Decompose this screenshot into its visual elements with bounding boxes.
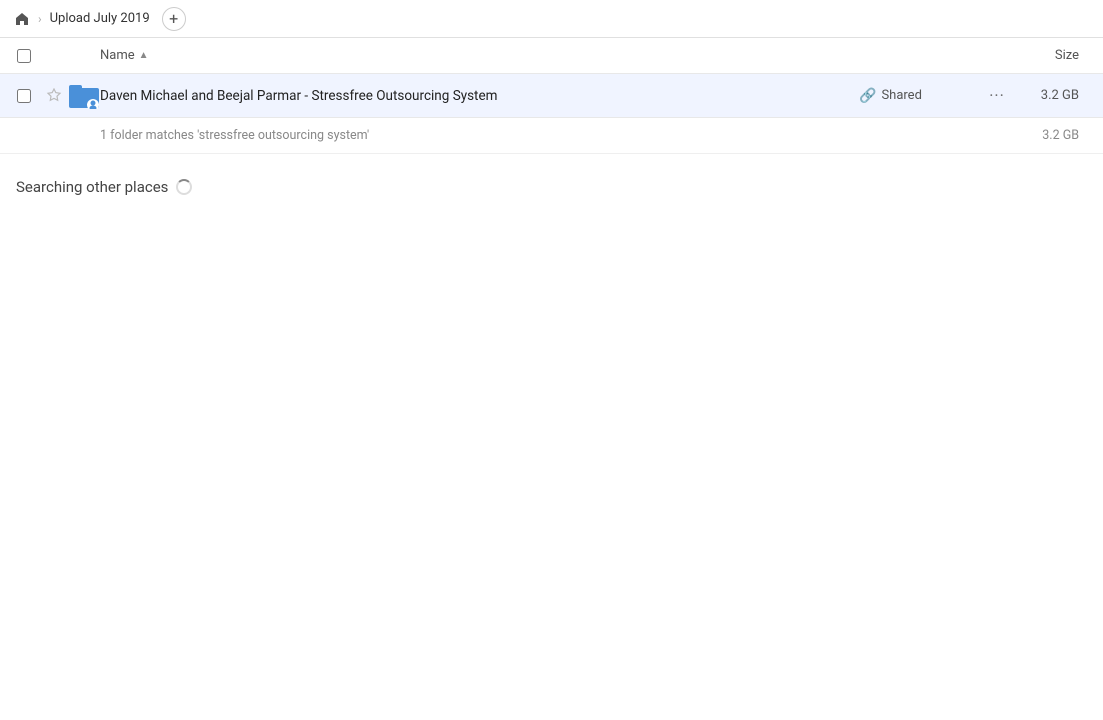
star-button[interactable]: [40, 88, 68, 104]
shared-badge: 🔗 Shared: [859, 88, 979, 104]
searching-label: Searching other places: [16, 178, 1087, 196]
file-size: 3.2 GB: [1015, 88, 1095, 103]
row-checkbox[interactable]: [17, 89, 31, 103]
checkbox-input[interactable]: [17, 49, 31, 63]
file-row[interactable]: Daven Michael and Beejal Parmar - Stress…: [0, 74, 1103, 118]
home-button[interactable]: [8, 5, 36, 33]
folder-icon: [69, 83, 99, 109]
size-column-header[interactable]: Size: [1015, 48, 1095, 63]
shared-label: Shared: [881, 88, 921, 103]
name-column-header[interactable]: Name ▲: [100, 48, 859, 63]
searching-text: Searching other places: [16, 178, 168, 196]
more-options-button[interactable]: ···: [979, 86, 1015, 105]
breadcrumb-separator: ›: [38, 12, 42, 26]
link-icon: 🔗: [859, 88, 876, 104]
name-column-label: Name: [100, 48, 135, 63]
add-button[interactable]: +: [162, 7, 186, 31]
select-all-checkbox[interactable]: [8, 49, 40, 63]
breadcrumb-bar: › Upload July 2019 +: [0, 0, 1103, 38]
match-text: 1 folder matches 'stressfree outsourcing…: [100, 128, 1015, 143]
searching-section: Searching other places: [0, 154, 1103, 212]
sort-arrow-icon: ▲: [139, 50, 149, 61]
loading-spinner: [176, 179, 192, 195]
match-row: 1 folder matches 'stressfree outsourcing…: [0, 118, 1103, 154]
column-headers: Name ▲ Size: [0, 38, 1103, 74]
file-name: Daven Michael and Beejal Parmar - Stress…: [100, 88, 859, 104]
folder-icon-wrap: [68, 83, 100, 109]
breadcrumb-current[interactable]: Upload July 2019: [44, 9, 156, 28]
row-checkbox-wrap[interactable]: [8, 89, 40, 103]
match-size: 3.2 GB: [1015, 128, 1095, 143]
